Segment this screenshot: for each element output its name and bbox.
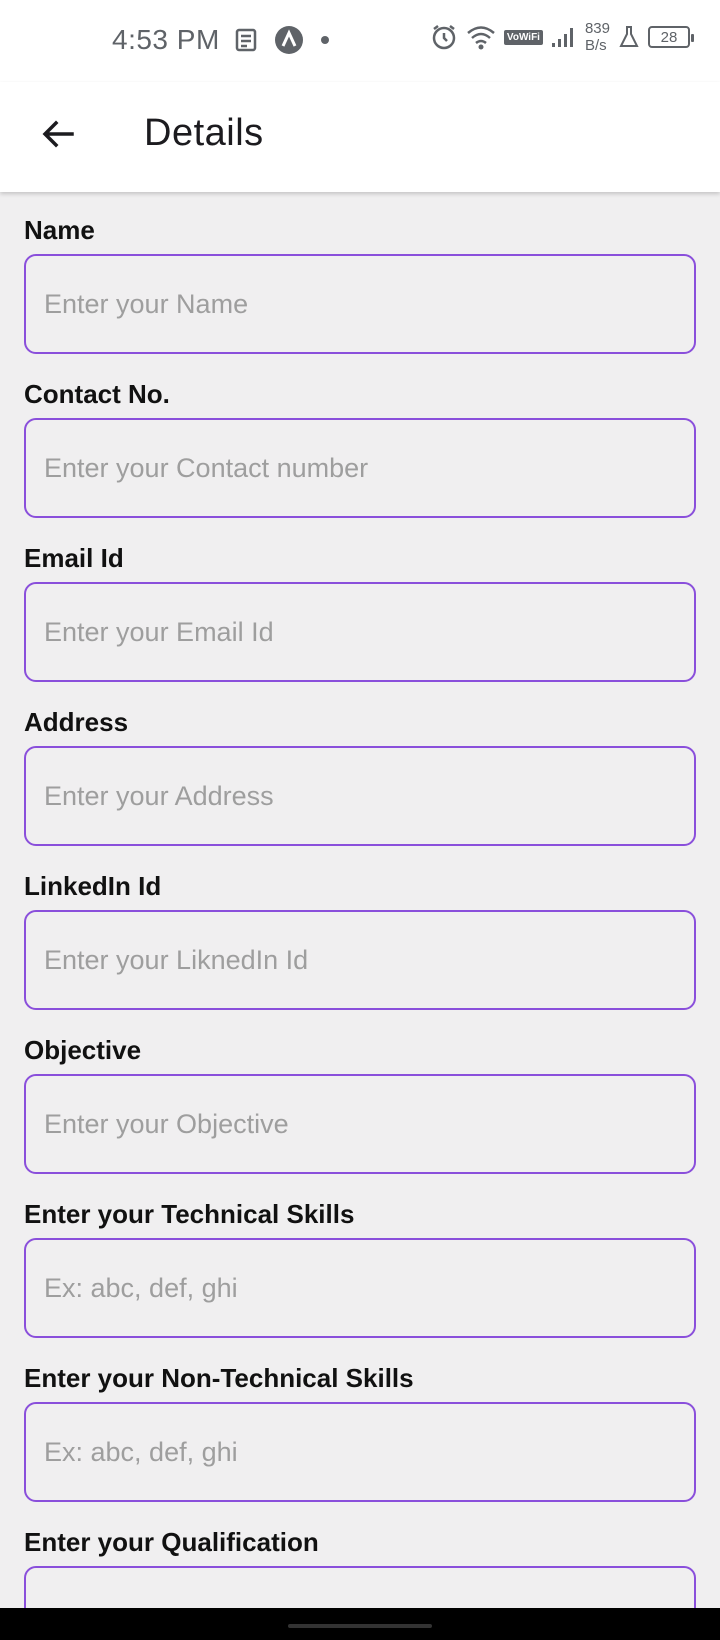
non-technical-skills-field: Enter your Non-Technical Skills <box>24 1358 696 1502</box>
status-bar-right: VoWiFi 839 B/s 28 <box>430 20 694 54</box>
contact-field: Contact No. <box>24 374 696 518</box>
status-time: 4:53 PM <box>112 24 220 55</box>
email-label: Email Id <box>24 543 124 573</box>
app-notification-icon <box>274 25 304 55</box>
net-speed-value: 839 <box>584 20 610 37</box>
signal-icon <box>551 25 577 49</box>
flask-icon <box>618 25 640 49</box>
net-speed-unit: B/s <box>584 37 607 54</box>
email-input[interactable] <box>24 582 696 682</box>
linkedin-input[interactable] <box>24 910 696 1010</box>
contact-input[interactable] <box>24 418 696 518</box>
non-technical-skills-label: Enter your Non-Technical Skills <box>24 1363 414 1393</box>
name-field: Name <box>24 210 696 354</box>
linkedin-field: LinkedIn Id <box>24 866 696 1010</box>
net-speed: 839 B/s <box>585 20 610 54</box>
qualification-label: Enter your Qualification <box>24 1527 319 1557</box>
objective-label: Objective <box>24 1035 142 1065</box>
page-title: Details <box>144 112 264 154</box>
address-label: Address <box>24 707 129 737</box>
address-field: Address <box>24 702 696 846</box>
contact-label: Contact No. <box>24 379 170 409</box>
app-bar: Details <box>0 82 720 192</box>
technical-skills-field: Enter your Technical Skills <box>24 1194 696 1338</box>
dot-icon <box>318 33 332 47</box>
navigation-bar <box>0 1608 720 1640</box>
name-input[interactable] <box>24 254 696 354</box>
news-icon <box>234 27 260 53</box>
objective-field: Objective <box>24 1030 696 1174</box>
objective-input[interactable] <box>24 1074 696 1174</box>
name-label: Name <box>24 215 95 245</box>
status-bar: 4:53 PM VoWiFi 839 B/s 28 <box>0 0 720 82</box>
gesture-handle[interactable] <box>288 1624 432 1628</box>
address-input[interactable] <box>24 746 696 846</box>
battery-icon: 28 <box>648 26 694 48</box>
status-bar-left: 4:53 PM <box>112 24 332 56</box>
arrow-back-icon <box>42 120 74 148</box>
email-field: Email Id <box>24 538 696 682</box>
technical-skills-label: Enter your Technical Skills <box>24 1199 355 1229</box>
linkedin-label: LinkedIn Id <box>24 871 162 901</box>
vowifi-badge: VoWiFi <box>503 29 543 45</box>
non-technical-skills-input[interactable] <box>24 1402 696 1502</box>
alarm-icon <box>430 23 458 51</box>
wifi-icon <box>466 24 496 50</box>
technical-skills-input[interactable] <box>24 1238 696 1338</box>
back-button[interactable] <box>30 106 86 162</box>
